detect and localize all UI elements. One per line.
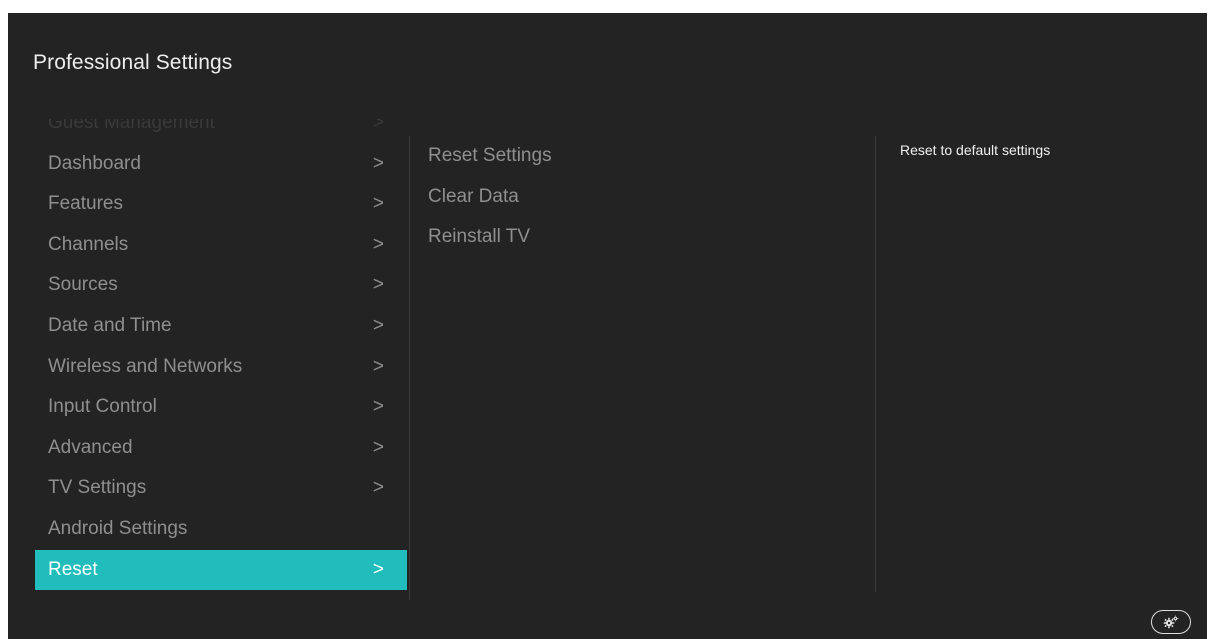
tv-screen: Professional Settings Guest Management >… bbox=[8, 13, 1207, 639]
chevron-right-icon: > bbox=[372, 436, 384, 458]
description-text: Reset to default settings bbox=[900, 142, 1051, 158]
settings-gear-button[interactable] bbox=[1151, 610, 1191, 634]
menu-item-dashboard[interactable]: Dashboard > bbox=[35, 144, 407, 185]
menu-item-android-settings[interactable]: Android Settings bbox=[35, 509, 407, 550]
menu-item-label: TV Settings bbox=[48, 477, 147, 499]
menu-item-label: Channels bbox=[48, 233, 129, 255]
chevron-right-icon: > bbox=[372, 396, 384, 418]
settings-gear-icon bbox=[1163, 615, 1179, 629]
menu-item-tv-settings[interactable]: TV Settings > bbox=[35, 468, 407, 509]
menu-item-sources[interactable]: Sources > bbox=[35, 265, 407, 306]
menu-item-label: Reset bbox=[48, 558, 98, 580]
menu-item-advanced[interactable]: Advanced > bbox=[35, 428, 407, 469]
menu-item-wireless-and-networks[interactable]: Wireless and Networks > bbox=[35, 347, 407, 388]
menu-item-label: Date and Time bbox=[48, 314, 172, 336]
chevron-right-icon: > bbox=[372, 274, 384, 296]
menu-item-label: Wireless and Networks bbox=[48, 355, 243, 377]
submenu-item-reset-settings[interactable]: Reset Settings bbox=[428, 136, 552, 177]
column-divider bbox=[409, 136, 410, 600]
menu-item-features[interactable]: Features > bbox=[35, 184, 407, 225]
submenu-item-reinstall-tv[interactable]: Reinstall TV bbox=[428, 217, 552, 258]
page-title: Professional Settings bbox=[33, 51, 233, 74]
column-divider bbox=[875, 136, 876, 592]
settings-menu: Guest Management > Dashboard > Features … bbox=[35, 119, 407, 607]
menu-item-label: Android Settings bbox=[48, 517, 188, 539]
reset-submenu: Reset Settings Clear Data Reinstall TV bbox=[428, 136, 552, 258]
chevron-right-icon: > bbox=[372, 355, 384, 377]
menu-item-channels[interactable]: Channels > bbox=[35, 225, 407, 266]
menu-item-label: Input Control bbox=[48, 396, 157, 418]
menu-item-label: Advanced bbox=[48, 436, 133, 458]
chevron-right-icon: > bbox=[372, 314, 384, 336]
chevron-right-icon: > bbox=[372, 558, 384, 580]
chevron-right-icon: > bbox=[372, 477, 384, 499]
menu-item-input-control[interactable]: Input Control > bbox=[35, 387, 407, 428]
chevron-right-icon: > bbox=[372, 233, 384, 255]
menu-item-label: Dashboard bbox=[48, 152, 141, 174]
settings-menu-list: Guest Management > Dashboard > Features … bbox=[35, 119, 407, 591]
chevron-right-icon: > bbox=[372, 152, 384, 174]
menu-item-reset[interactable]: Reset > bbox=[35, 549, 407, 591]
menu-item-label: Guest Management bbox=[48, 119, 215, 133]
menu-item-label: Features bbox=[48, 193, 123, 215]
chevron-right-icon: > bbox=[372, 193, 384, 215]
chevron-right-icon: > bbox=[372, 119, 384, 133]
submenu-item-clear-data[interactable]: Clear Data bbox=[428, 177, 552, 218]
menu-item-date-and-time[interactable]: Date and Time > bbox=[35, 306, 407, 347]
menu-item-guest-management[interactable]: Guest Management > bbox=[35, 119, 407, 144]
menu-item-label: Sources bbox=[48, 274, 118, 296]
